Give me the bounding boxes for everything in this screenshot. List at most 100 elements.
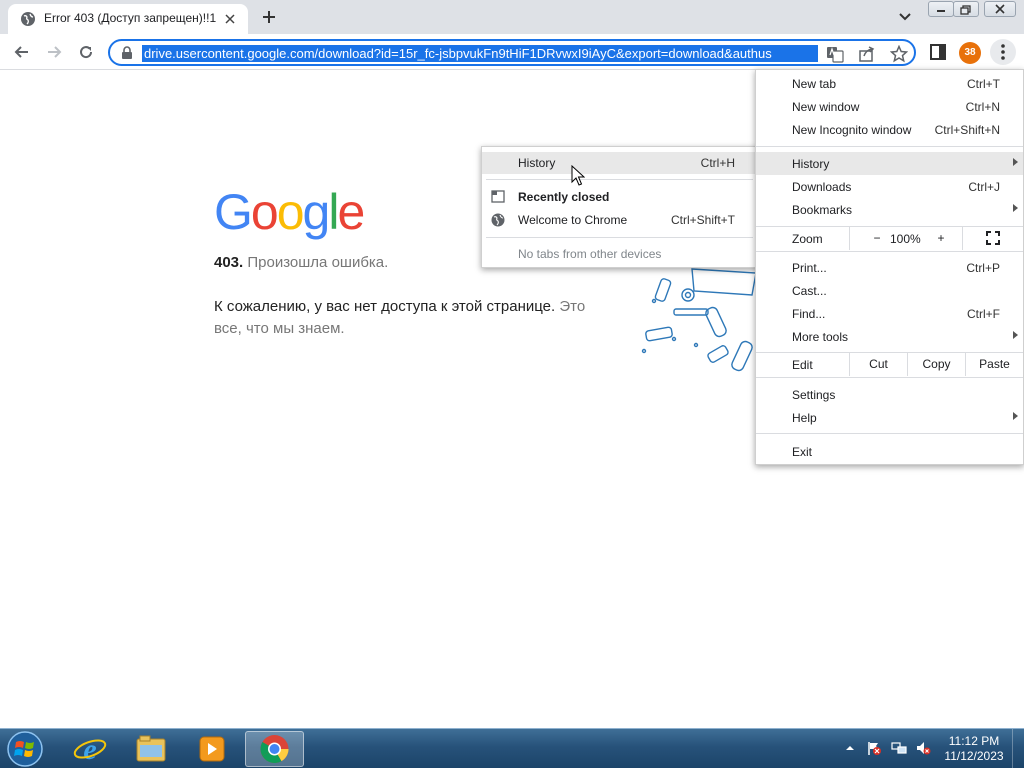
submenu-history-shortcut: Ctrl+H — [700, 156, 735, 170]
chrome-menu-button[interactable] — [990, 39, 1016, 65]
show-desktop-button[interactable] — [1012, 729, 1024, 768]
divider — [756, 251, 1023, 252]
error-code: 403. — [214, 254, 244, 271]
globe-icon — [21, 12, 35, 26]
menu-edit-label: Edit — [792, 358, 813, 372]
profile-avatar[interactable]: 38 — [959, 42, 981, 64]
svg-text:e: e — [83, 733, 96, 766]
network-icon[interactable] — [891, 740, 907, 756]
url-text[interactable]: drive.usercontent.google.com/download?id… — [142, 45, 818, 62]
window-minimize-button[interactable] — [928, 1, 954, 17]
menu-new-tab[interactable]: New tab Ctrl+T — [756, 72, 1023, 95]
menu-history[interactable]: History — [756, 152, 1023, 175]
error-text: Произошла ошибка. — [247, 254, 389, 271]
menu-print[interactable]: Print... Ctrl+P — [756, 256, 1023, 279]
browser-tab[interactable]: Error 403 (Доступ запрещен)!!1 — [8, 4, 248, 34]
menu-downloads-shortcut: Ctrl+J — [968, 180, 1000, 194]
window-icon — [491, 190, 505, 203]
forward-arrow-icon[interactable] — [44, 42, 64, 62]
submenu-history-label: History — [518, 156, 556, 170]
paste-button[interactable]: Paste — [965, 353, 1023, 376]
menu-downloads[interactable]: Downloads Ctrl+J — [756, 175, 1023, 198]
menu-exit[interactable]: Exit — [756, 440, 1023, 463]
submenu-arrow-icon — [1013, 331, 1018, 339]
divider — [486, 237, 753, 238]
submenu-recently-closed: Recently closed — [482, 186, 757, 208]
lock-icon[interactable] — [120, 46, 134, 60]
file-explorer-icon[interactable] — [123, 731, 179, 767]
menu-new-window[interactable]: New window Ctrl+N — [756, 95, 1023, 118]
tab-title: Error 403 (Доступ запрещен)!!1 — [44, 11, 217, 25]
menu-cast-label: Cast... — [792, 284, 827, 298]
cut-button[interactable]: Cut — [849, 353, 907, 376]
mouse-cursor-icon — [571, 165, 585, 186]
menu-downloads-label: Downloads — [792, 180, 852, 194]
menu-new-tab-shortcut: Ctrl+T — [967, 77, 1000, 91]
bookmark-star-icon[interactable] — [890, 45, 908, 63]
browser-toolbar: drive.usercontent.google.com/download?id… — [0, 34, 1024, 70]
menu-cast[interactable]: Cast... — [756, 279, 1023, 302]
new-tab-plus-icon[interactable] — [256, 6, 282, 28]
address-bar[interactable]: drive.usercontent.google.com/download?id… — [108, 39, 916, 66]
clock-time: 11:12 PM — [948, 734, 1000, 748]
menu-bookmarks-label: Bookmarks — [792, 203, 853, 217]
internet-explorer-icon[interactable]: e — [62, 731, 118, 767]
taskbar: e 11:12 PM 11/12/2023 — [0, 728, 1024, 768]
window-restore-button[interactable] — [953, 1, 979, 17]
menu-bookmarks[interactable]: Bookmarks — [756, 198, 1023, 221]
menu-more-tools-label: More tools — [792, 330, 849, 344]
menu-settings-label: Settings — [792, 388, 836, 402]
close-tab-icon[interactable] — [222, 11, 238, 27]
submenu-no-tabs: No tabs from other devices — [482, 243, 757, 265]
reload-icon[interactable] — [76, 42, 96, 62]
volume-muted-icon[interactable] — [915, 740, 931, 756]
media-player-icon[interactable] — [184, 731, 240, 767]
menu-zoom-row: Zoom − 100% + — [756, 227, 1023, 250]
menu-zoom-label: Zoom — [792, 232, 823, 246]
chrome-taskbar-button[interactable] — [245, 731, 304, 767]
divider — [756, 146, 1023, 147]
welcome-label: Welcome to Chrome — [518, 213, 628, 227]
zoom-in-button[interactable]: + — [920, 227, 962, 250]
submenu-welcome-to-chrome[interactable]: Welcome to Chrome Ctrl+Shift+T — [482, 209, 757, 231]
globe-icon — [491, 213, 505, 227]
submenu-arrow-icon — [1013, 158, 1018, 166]
no-tabs-label: No tabs from other devices — [518, 247, 662, 261]
share-icon[interactable] — [858, 45, 876, 63]
history-submenu: History Ctrl+H Recently closed Welcome t… — [481, 146, 758, 268]
menu-edit-row: Edit Cut Copy Paste — [756, 353, 1023, 376]
windows-start-icon[interactable] — [4, 730, 46, 768]
menu-settings[interactable]: Settings — [756, 383, 1023, 406]
side-panel-icon[interactable] — [928, 42, 948, 62]
divider — [756, 377, 1023, 378]
system-clock[interactable]: 11:12 PM 11/12/2023 — [941, 734, 1007, 764]
chrome-main-menu: New tab Ctrl+T New window Ctrl+N New Inc… — [755, 69, 1024, 465]
translate-icon[interactable] — [826, 45, 844, 63]
tray-expand-icon[interactable] — [845, 743, 855, 753]
menu-new-incognito[interactable]: New Incognito window Ctrl+Shift+N — [756, 118, 1023, 141]
error-heading: 403. Произошла ошибка. — [214, 254, 388, 271]
recently-closed-heading: Recently closed — [518, 190, 610, 204]
fullscreen-button[interactable] — [962, 227, 1023, 250]
menu-find[interactable]: Find... Ctrl+F — [756, 302, 1023, 325]
menu-exit-label: Exit — [792, 445, 813, 459]
tab-strip: Error 403 (Доступ запрещен)!!1 — [0, 0, 1024, 34]
submenu-arrow-icon — [1013, 412, 1018, 420]
menu-new-window-shortcut: Ctrl+N — [965, 100, 1000, 114]
menu-more-tools[interactable]: More tools — [756, 325, 1023, 348]
submenu-history[interactable]: History Ctrl+H — [482, 152, 757, 174]
action-center-flag-icon[interactable] — [866, 740, 882, 756]
menu-find-label: Find... — [792, 307, 826, 321]
window-close-button[interactable] — [984, 1, 1016, 17]
menu-history-label: History — [792, 157, 830, 171]
menu-new-incognito-shortcut: Ctrl+Shift+N — [934, 123, 1000, 137]
menu-help[interactable]: Help — [756, 406, 1023, 429]
back-arrow-icon[interactable] — [12, 42, 32, 62]
clock-date: 11/12/2023 — [944, 749, 1004, 763]
menu-new-incognito-label: New Incognito window — [792, 123, 912, 137]
submenu-arrow-icon — [1013, 204, 1018, 212]
menu-print-shortcut: Ctrl+P — [966, 261, 1000, 275]
divider — [756, 433, 1023, 434]
tab-search-chevron-icon[interactable] — [895, 8, 915, 26]
copy-button[interactable]: Copy — [907, 353, 965, 376]
